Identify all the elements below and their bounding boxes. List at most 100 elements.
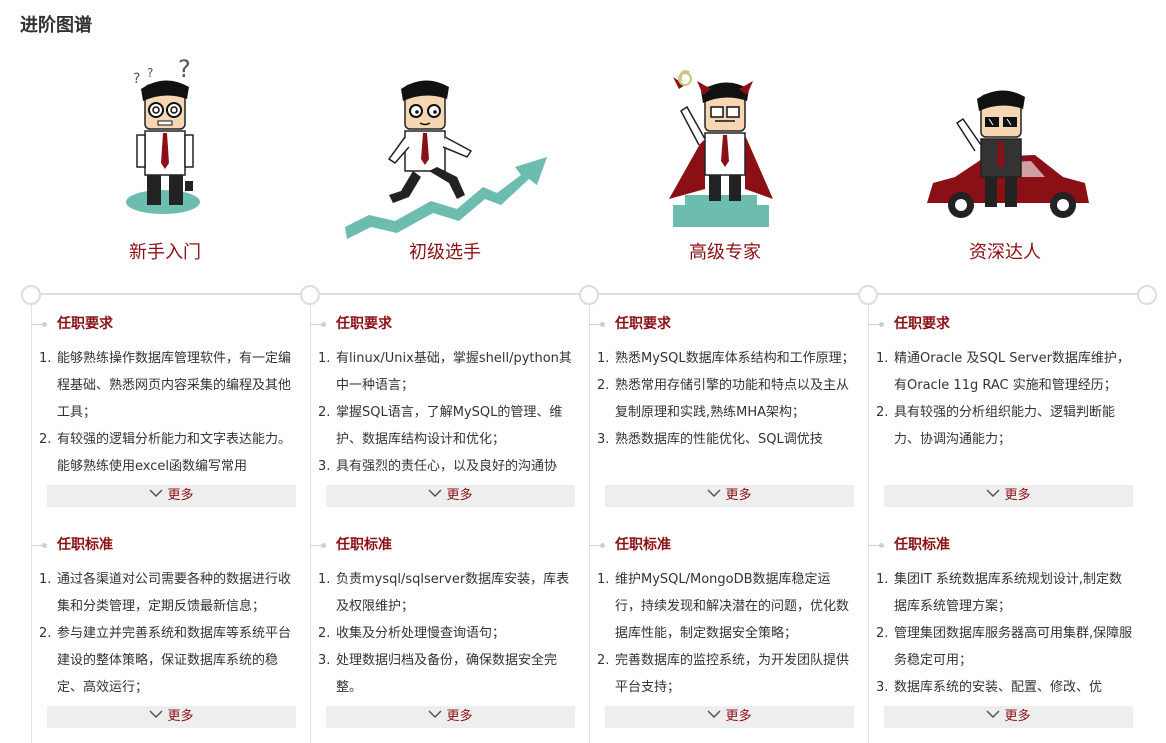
list-item-text: 熟悉常用存储引擎的功能和特点以及主从复制原理和实践,熟练MHA架构； [615, 378, 850, 420]
timeline-node [1137, 285, 1157, 305]
stage-name-senior: 高级专家 [689, 242, 761, 263]
list-item: 1. 通过各渠道对公司需要各种的数据进行收集和分类管理，定期反馈最新信息； [39, 566, 297, 620]
svg-text:?: ? [147, 66, 153, 80]
chevron-down-icon [707, 483, 722, 505]
list-item-number: 2. [876, 405, 889, 420]
list-item: 1. 集团IT 系统数据库系统规划设计,制定数据库系统管理方案； [876, 566, 1134, 620]
chevron-down-icon [428, 483, 443, 505]
section-dot [879, 543, 884, 548]
list-item: 1. 负责mysql/sqlserver数据库安装，库表及权限维护； [318, 566, 576, 620]
more-button[interactable]: 更多 [326, 485, 575, 507]
section-header: 任职标准 [310, 524, 572, 554]
page-title: 进阶图谱 [20, 15, 92, 36]
standards-list: 1. 通过各渠道对公司需要各种的数据进行收集和分类管理，定期反馈最新信息； 2. 参与… [39, 566, 297, 696]
section-header: 任职要求 [868, 303, 1130, 333]
section-header: 任职要求 [310, 303, 572, 333]
section-header: 任职标准 [589, 524, 851, 554]
list-item-text: 数据库系统的安装、配置、修改、优 [894, 680, 1103, 695]
list-item-text: 参与建立并完善系统和数据库等系统平台建设的整体策略，保证数据库系统的稳定、高效运… [57, 626, 292, 695]
list-item: 1. 熟悉MySQL数据库体系结构和工作原理； [597, 345, 855, 372]
list-item-text: 熟悉MySQL数据库体系结构和工作原理； [615, 351, 855, 366]
list-item: 3. 数据库系统的安装、配置、修改、优 [876, 674, 1134, 696]
list-item-number: 1. [39, 572, 52, 587]
more-button[interactable]: 更多 [47, 706, 296, 728]
list-item-number: 1. [39, 351, 52, 366]
timeline-node [300, 285, 320, 305]
more-button[interactable]: 更多 [605, 485, 854, 507]
more-button-label: 更多 [1004, 488, 1031, 503]
list-item-text: 具有较强的分析组织能力、逻辑判断能力、协调沟通能力； [894, 405, 1116, 447]
list-item: 2. 有较强的逻辑分析能力和文字表达能力。能够熟练使用excel函数编写常用 [39, 426, 297, 475]
list-item-text: 熟悉数据库的性能优化、SQL调优技 [615, 432, 823, 447]
section-title: 任职标准 [894, 537, 950, 553]
list-item-text: 处理数据归档及备份，确保数据安全完整。 [336, 653, 558, 695]
list-item: 3. 熟悉数据库的性能优化、SQL调优技 [597, 426, 855, 453]
section-dot [600, 543, 605, 548]
list-item: 2. 掌握SQL语言，了解MySQL的管理、维护、数据库结构设计和优化； [318, 399, 576, 453]
list-item-text: 掌握SQL语言，了解MySQL的管理、维护、数据库结构设计和优化； [336, 405, 563, 447]
list-item: 2. 参与建立并完善系统和数据库等系统平台建设的整体策略，保证数据库系统的稳定、高… [39, 620, 297, 696]
section-title: 任职要求 [615, 316, 671, 332]
list-item: 2. 熟悉常用存储引擎的功能和特点以及主从复制原理和实践,熟练MHA架构； [597, 372, 855, 426]
section-dot [42, 322, 47, 327]
list-item-number: 2. [39, 626, 52, 641]
list-item-text: 管理集团数据库服务器高可用集群,保障服务稳定可用； [894, 626, 1133, 668]
more-button-label: 更多 [167, 709, 194, 724]
section-title: 任职要求 [336, 316, 392, 332]
list-item-text: 有linux/Unix基础，掌握shell/python其中一种语言； [336, 351, 572, 393]
requirements-list: 1. 熟悉MySQL数据库体系结构和工作原理； 2. 熟悉常用存储引擎的功能和特点以及… [597, 345, 855, 475]
list-item: 2. 具有较强的分析组织能力、逻辑判断能力、协调沟通能力； [876, 399, 1134, 453]
list-item-number: 3. [318, 459, 331, 474]
list-item: 2. 收集及分析处理慢查询语句； [318, 620, 576, 647]
list-item-number: 2. [39, 432, 52, 447]
section-title: 任职要求 [894, 316, 950, 332]
requirements-list: 1. 精通Oracle 及SQL Server数据库维护，有Oracle 11g … [876, 345, 1134, 475]
chevron-down-icon [986, 483, 1001, 505]
more-button[interactable]: 更多 [605, 706, 854, 728]
standards-list: 1. 集团IT 系统数据库系统规划设计,制定数据库系统管理方案； 2. 管理集团数据库… [876, 566, 1134, 696]
section-title: 任职要求 [57, 316, 113, 332]
list-item-text: 维护MySQL/MongoDB数据库稳定运行，持续发现和解决潜在的问题，优化数据… [615, 572, 850, 641]
stage-column-senior: 任职要求 1. 熟悉MySQL数据库体系结构和工作原理； 2. 熟悉常用存储引擎的功能和… [589, 303, 855, 743]
list-item-text: 有较强的逻辑分析能力和文字表达能力。能够熟练使用excel函数编写常用 [57, 432, 292, 474]
section-header: 任职标准 [868, 524, 1130, 554]
list-item-number: 2. [597, 378, 610, 393]
list-item-number: 2. [318, 626, 331, 641]
more-button-label: 更多 [1004, 709, 1031, 724]
more-button[interactable]: 更多 [884, 706, 1133, 728]
chevron-down-icon [428, 704, 443, 726]
list-item-text: 负责mysql/sqlserver数据库安装，库表及权限维护； [336, 572, 570, 614]
svg-text:?: ? [133, 71, 140, 87]
list-item-number: 1. [876, 572, 889, 587]
section-header: 任职标准 [31, 524, 293, 554]
junior-character-illustration [325, 55, 565, 240]
stage-name-beginner: 新手入门 [129, 242, 201, 263]
section-dot [42, 543, 47, 548]
more-button[interactable]: 更多 [47, 485, 296, 507]
chevron-down-icon [986, 704, 1001, 726]
chevron-down-icon [149, 704, 164, 726]
more-button-label: 更多 [725, 709, 752, 724]
more-button[interactable]: 更多 [884, 485, 1133, 507]
section-dot [879, 322, 884, 327]
section-dot [321, 322, 326, 327]
list-item-text: 具有强烈的责任心，以及良好的沟通协 [336, 459, 558, 474]
timeline-node [21, 285, 41, 305]
list-item: 2. 完善数据库的监控系统，为开发团队提供平台支持； [597, 647, 855, 696]
beginner-character-illustration: ? ? ? [45, 55, 285, 240]
section-title: 任职标准 [336, 537, 392, 553]
list-item: 1. 精通Oracle 及SQL Server数据库维护，有Oracle 11g … [876, 345, 1134, 399]
list-item-number: 1. [318, 572, 331, 587]
list-item-text: 完善数据库的监控系统，为开发团队提供平台支持； [615, 653, 850, 695]
requirements-list: 1. 有linux/Unix基础，掌握shell/python其中一种语言； 2. 掌… [318, 345, 576, 475]
timeline-node [858, 285, 878, 305]
list-item: 3. 处理数据归档及备份，确保数据安全完整。 [318, 647, 576, 696]
section-header: 任职要求 [589, 303, 851, 333]
timeline-node [579, 285, 599, 305]
progression-map-page: 进阶图谱 ? ? ? 新手入门 初级选手 高级专家 资深达人 任职要求 1. 能… [0, 0, 1166, 743]
svg-text:?: ? [178, 55, 191, 83]
stage-name-veteran: 资深达人 [969, 242, 1041, 263]
more-button[interactable]: 更多 [326, 706, 575, 728]
more-button-label: 更多 [725, 488, 752, 503]
standards-list: 1. 维护MySQL/MongoDB数据库稳定运行，持续发现和解决潜在的问题，优化… [597, 566, 855, 696]
